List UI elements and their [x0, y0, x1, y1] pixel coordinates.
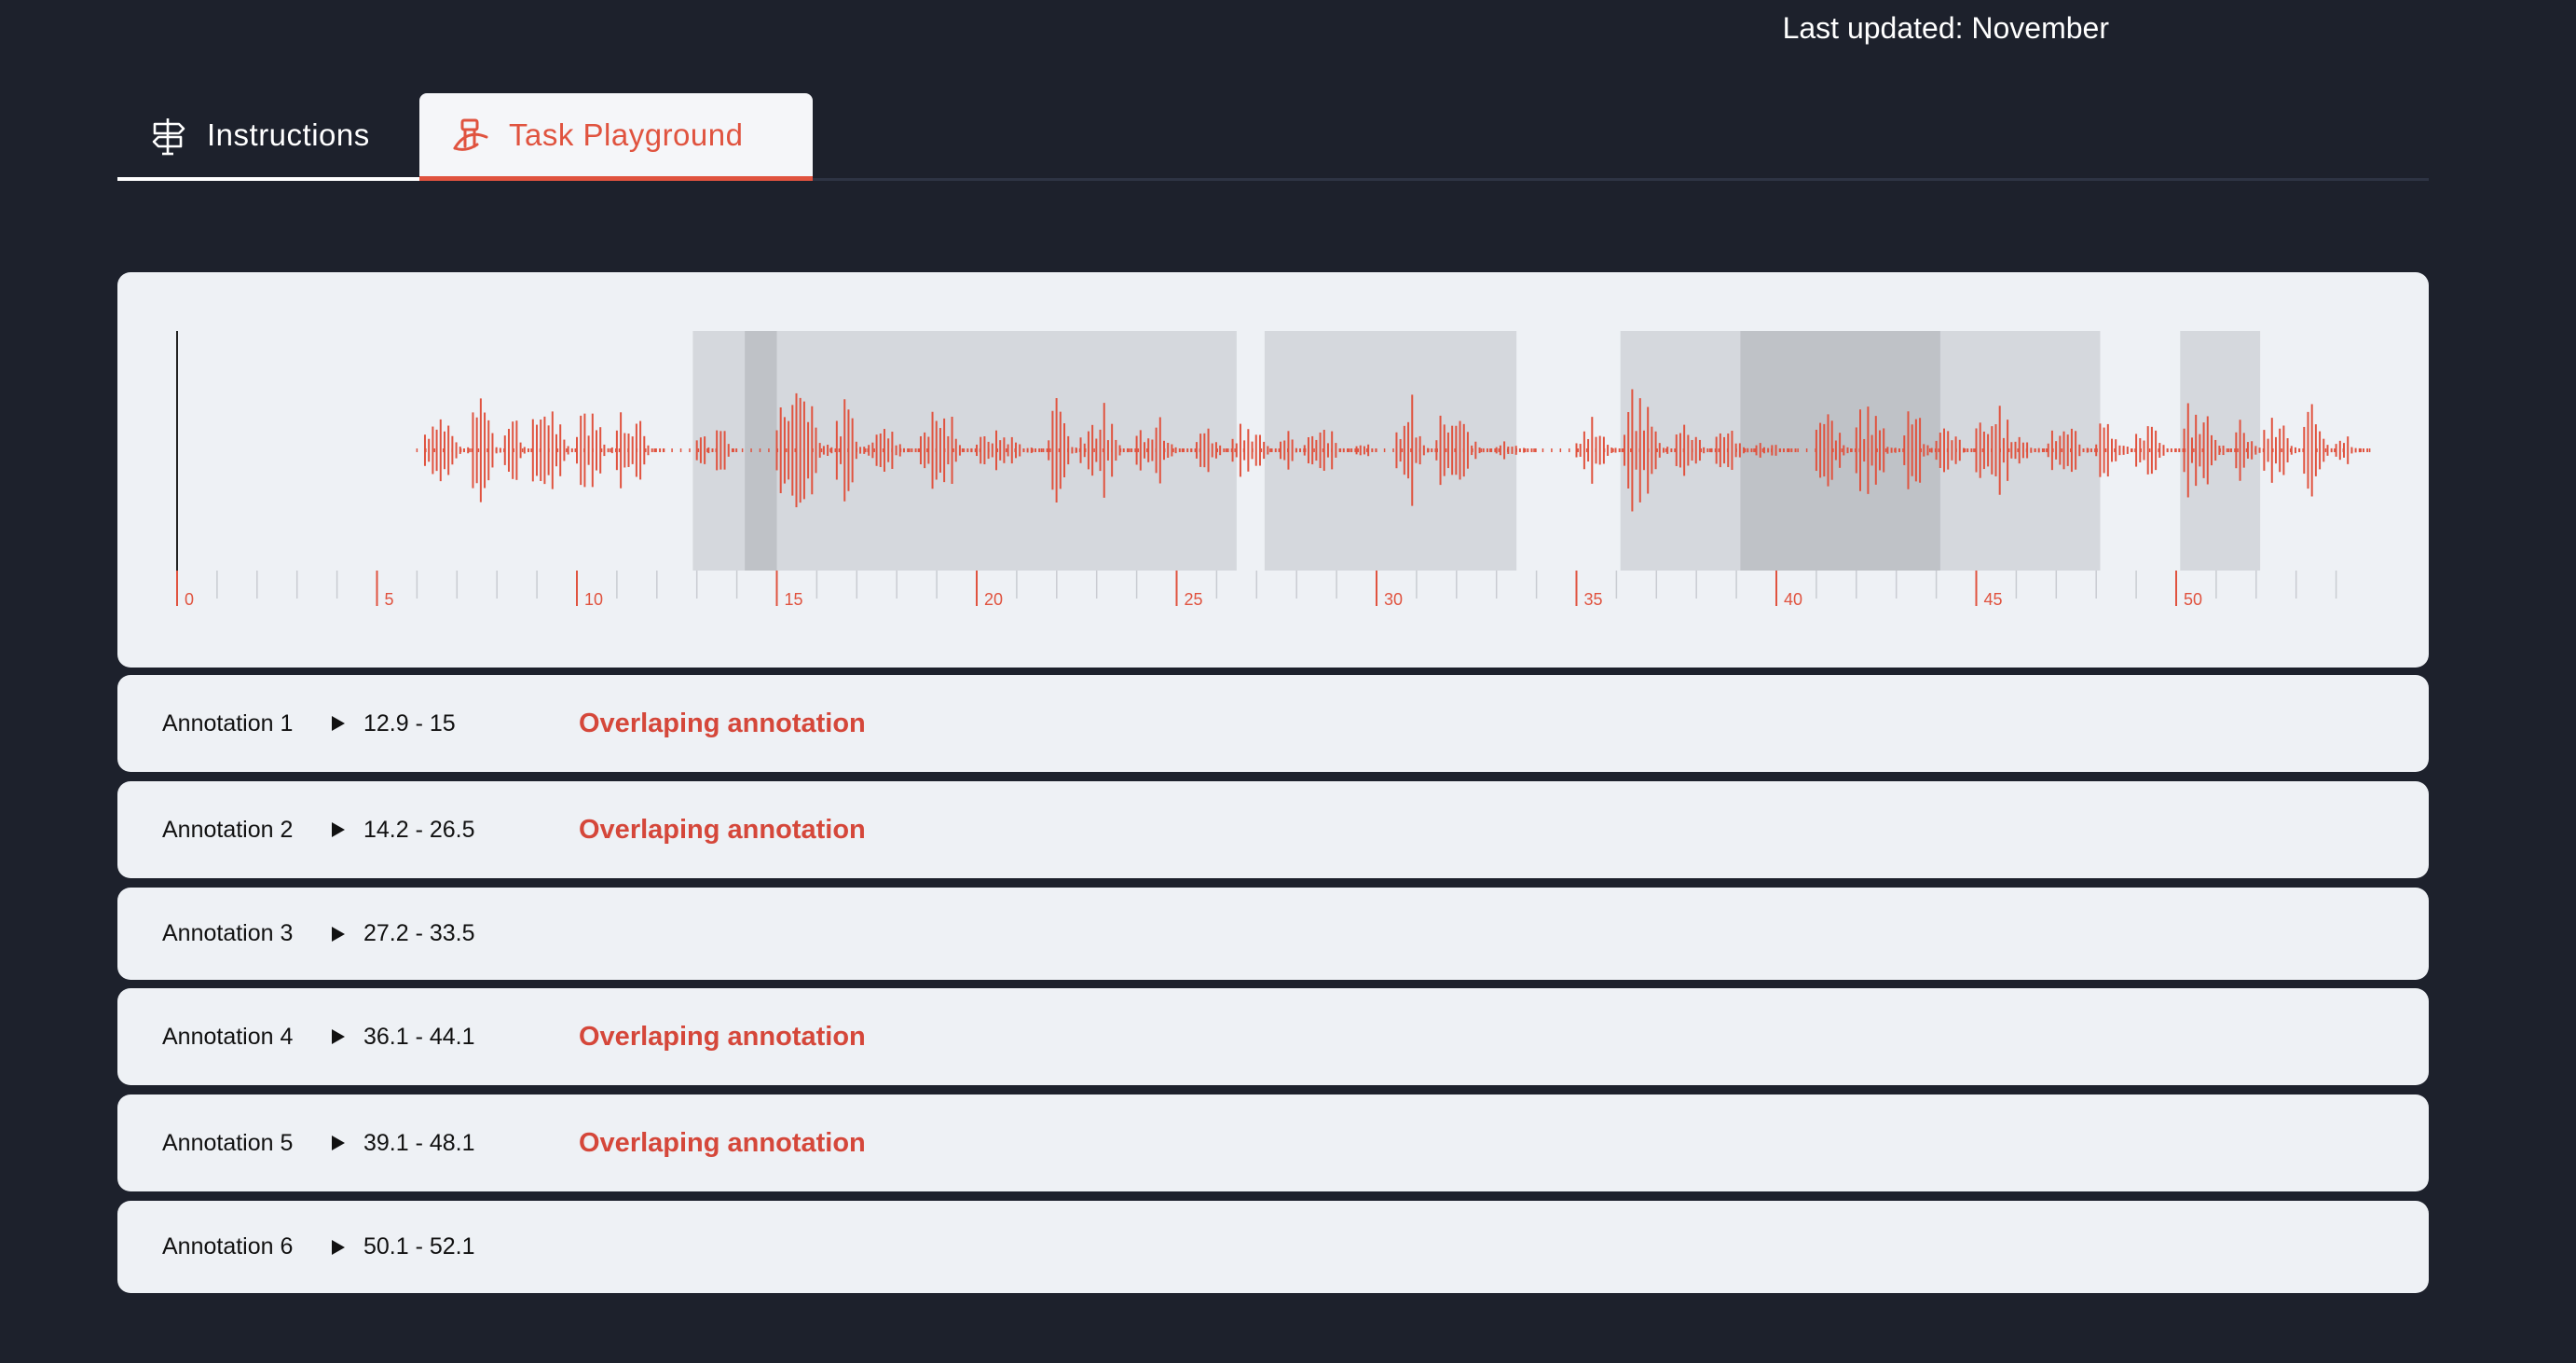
annotation-time-range: 39.1 - 48.1: [363, 1129, 475, 1156]
tick-label: 40: [1784, 590, 1802, 609]
annotation-time-range: 50.1 - 52.1: [363, 1233, 475, 1260]
signpost-icon: [147, 115, 188, 156]
tab-bar: Instructions Task Playground: [117, 93, 2429, 181]
annotation-label: Annotation 6: [162, 1233, 294, 1260]
tab-instructions-label: Instructions: [207, 117, 370, 152]
overlap-region: [745, 331, 777, 571]
play-icon[interactable]: [324, 920, 352, 948]
tick-label: 50: [2184, 590, 2202, 609]
tick-label: 10: [584, 590, 603, 609]
annotation-row-1[interactable]: Annotation 1 12.9 - 15 Overlaping annota…: [117, 675, 2429, 772]
tick-label: 0: [185, 590, 194, 609]
tab-task-playground-label: Task Playground: [509, 117, 744, 152]
tick-label: 25: [1185, 590, 1203, 609]
annotation-label: Annotation 1: [162, 709, 294, 737]
playground-icon: [449, 115, 490, 156]
timeline-ruler: 0 5 10 15 20 25 30 35 40 45 50: [176, 571, 2337, 609]
play-icon[interactable]: [324, 816, 352, 844]
play-icon[interactable]: [324, 709, 352, 737]
annotation-row-5[interactable]: Annotation 5 39.1 - 48.1 Overlaping anno…: [117, 1095, 2429, 1191]
annotation-label: Annotation 4: [162, 1023, 294, 1050]
waveform-panel[interactable]: 0 5 10 15 20 25 30 35 40 45 50: [117, 272, 2429, 668]
annotation-row-6[interactable]: Annotation 6 50.1 - 52.1: [117, 1201, 2429, 1293]
waveform-canvas[interactable]: 0 5 10 15 20 25 30 35 40 45 50: [117, 272, 2429, 668]
tick-label: 30: [1384, 590, 1403, 609]
annotation-time-range: 14.2 - 26.5: [363, 816, 475, 843]
annotation-time-range: 12.9 - 15: [363, 709, 456, 737]
annotation-time-range: 36.1 - 44.1: [363, 1023, 475, 1050]
play-icon[interactable]: [324, 1129, 352, 1157]
play-icon[interactable]: [324, 1233, 352, 1261]
overlap-warning: Overlaping annotation: [579, 1021, 866, 1052]
tick-label: 20: [984, 590, 1003, 609]
annotation-row-4[interactable]: Annotation 4 36.1 - 44.1 Overlaping anno…: [117, 988, 2429, 1085]
annotation-row-3[interactable]: Annotation 3 27.2 - 33.5: [117, 888, 2429, 980]
annotation-label: Annotation 2: [162, 816, 294, 843]
tab-task-playground[interactable]: Task Playground: [419, 93, 813, 181]
play-icon[interactable]: [324, 1023, 352, 1051]
annotation-time-range: 27.2 - 33.5: [363, 920, 475, 946]
overlap-warning: Overlaping annotation: [579, 708, 866, 738]
annotation-row-2[interactable]: Annotation 2 14.2 - 26.5 Overlaping anno…: [117, 781, 2429, 878]
tab-instructions[interactable]: Instructions: [117, 93, 419, 181]
tick-label: 35: [1584, 590, 1603, 609]
annotation-region-2[interactable]: [745, 331, 1237, 571]
annotation-label: Annotation 3: [162, 920, 294, 946]
annotation-label: Annotation 5: [162, 1129, 294, 1156]
tick-label: 45: [1984, 590, 2003, 609]
tick-label: 5: [385, 590, 394, 609]
tick-label: 15: [785, 590, 803, 609]
last-updated-text: Last updated: November: [1782, 11, 2109, 45]
overlap-warning: Overlaping annotation: [579, 1127, 866, 1158]
overlap-warning: Overlaping annotation: [579, 814, 866, 845]
